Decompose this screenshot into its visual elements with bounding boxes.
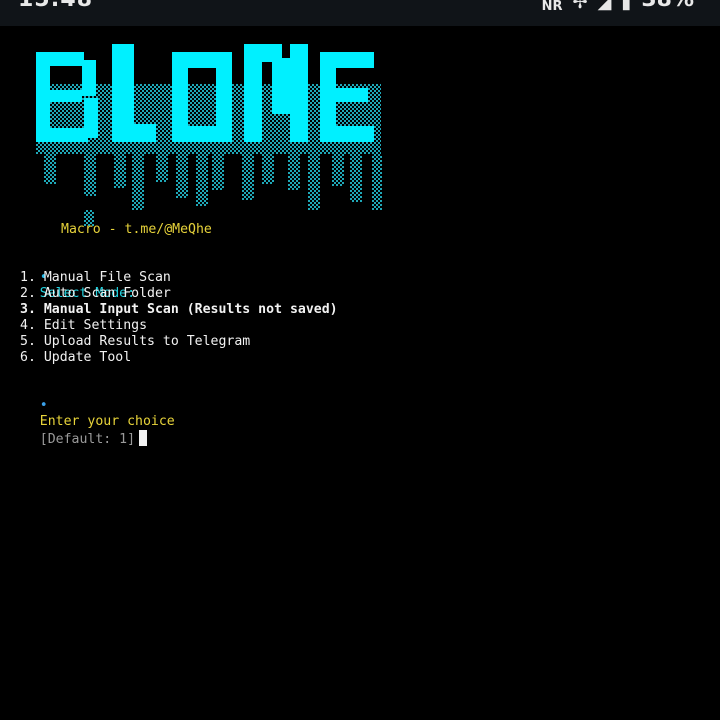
credit-line: Macro - t.me/@MeQhe [61, 222, 212, 237]
menu-item-auto-scan-folder[interactable]: 2. Auto Scan Folder [20, 286, 171, 302]
nfc-icon: NR [541, 0, 563, 14]
ascii-banner-logo [36, 44, 382, 226]
input-prompt[interactable]: • Enter your choice [Default: 1] [8, 382, 175, 464]
enter-choice-label: Enter your choice [39, 414, 175, 429]
terminal-screen[interactable]: Macro - t.me/@MeQhe • Select Mode: 1. Ma… [0, 26, 720, 720]
status-time: 15:48 [18, 0, 93, 12]
battery-icon: ▮ [621, 0, 632, 13]
menu-item-manual-input-scan[interactable]: 3. Manual Input Scan (Results not saved) [20, 302, 338, 318]
menu-item-upload-results[interactable]: 5. Upload Results to Telegram [20, 334, 250, 350]
prompt-bullet-icon: • [39, 398, 48, 413]
default-hint: [Default: 1] [39, 432, 136, 447]
signal-icon: ◢ [597, 0, 612, 13]
status-icons: NR ✢ ◢ ▮ 38% [542, 0, 694, 14]
battery-percent: 38% [641, 0, 694, 12]
menu-item-manual-file-scan[interactable]: 1. Manual File Scan [20, 270, 171, 286]
status-bar: 15:48 NR ✢ ◢ ▮ 38% [0, 0, 720, 26]
menu-item-edit-settings[interactable]: 4. Edit Settings [20, 318, 147, 334]
vibrate-icon: ✢ [572, 0, 588, 13]
menu-item-update-tool[interactable]: 6. Update Tool [20, 350, 131, 366]
text-cursor[interactable] [139, 430, 148, 446]
